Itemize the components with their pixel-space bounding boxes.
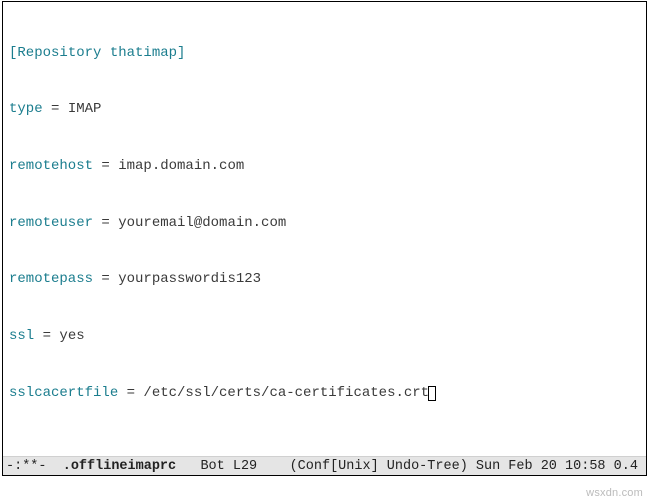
- key-remotepass: remotepass: [9, 271, 93, 287]
- value-ssl: = yes: [34, 328, 84, 344]
- key-ssl: ssl: [9, 328, 34, 344]
- config-line-sslcacertfile: sslcacertfile = /etc/ssl/certs/ca-certif…: [9, 384, 640, 403]
- bracket-close: ]: [177, 45, 185, 61]
- value-remoteuser: = youremail@domain.com: [93, 215, 286, 231]
- modeline-time: Sun Feb 20 10:58 0.4: [468, 459, 638, 474]
- value-type: = IMAP: [43, 101, 102, 117]
- config-line-remotepass: remotepass = yourpasswordis123: [9, 270, 640, 289]
- key-sslcacertfile: sslcacertfile: [9, 385, 118, 401]
- modeline-position: Bot L29: [176, 459, 289, 474]
- modeline-filename: .offlineimaprc: [63, 459, 176, 474]
- value-sslcacertfile: = /etc/ssl/certs/ca-certificates.crt: [118, 385, 429, 401]
- config-line-remotehost: remotehost = imap.domain.com: [9, 157, 640, 176]
- config-line-remoteuser: remoteuser = youremail@domain.com: [9, 214, 640, 233]
- config-line-ssl: ssl = yes: [9, 327, 640, 346]
- key-remoteuser: remoteuser: [9, 215, 93, 231]
- value-remotepass: = yourpasswordis123: [93, 271, 261, 287]
- key-type: type: [9, 101, 43, 117]
- config-line-type: type = IMAP: [9, 100, 640, 119]
- editor-buffer[interactable]: [Repository thatimap] type = IMAP remote…: [3, 2, 646, 456]
- section-keyword: Repository thatimap: [17, 45, 177, 61]
- modeline-status: -:**-: [6, 459, 63, 474]
- mode-line: -:**- .offlineimaprc Bot L29 (Conf[Unix]…: [3, 456, 646, 475]
- modeline-modes: (Conf[Unix] Undo-Tree): [290, 459, 468, 474]
- watermark-text: wsxdn.com: [586, 487, 643, 499]
- value-remotehost: = imap.domain.com: [93, 158, 244, 174]
- text-cursor: [428, 386, 436, 401]
- editor-window: [Repository thatimap] type = IMAP remote…: [2, 1, 647, 476]
- key-remotehost: remotehost: [9, 158, 93, 174]
- config-line-section: [Repository thatimap]: [9, 44, 640, 63]
